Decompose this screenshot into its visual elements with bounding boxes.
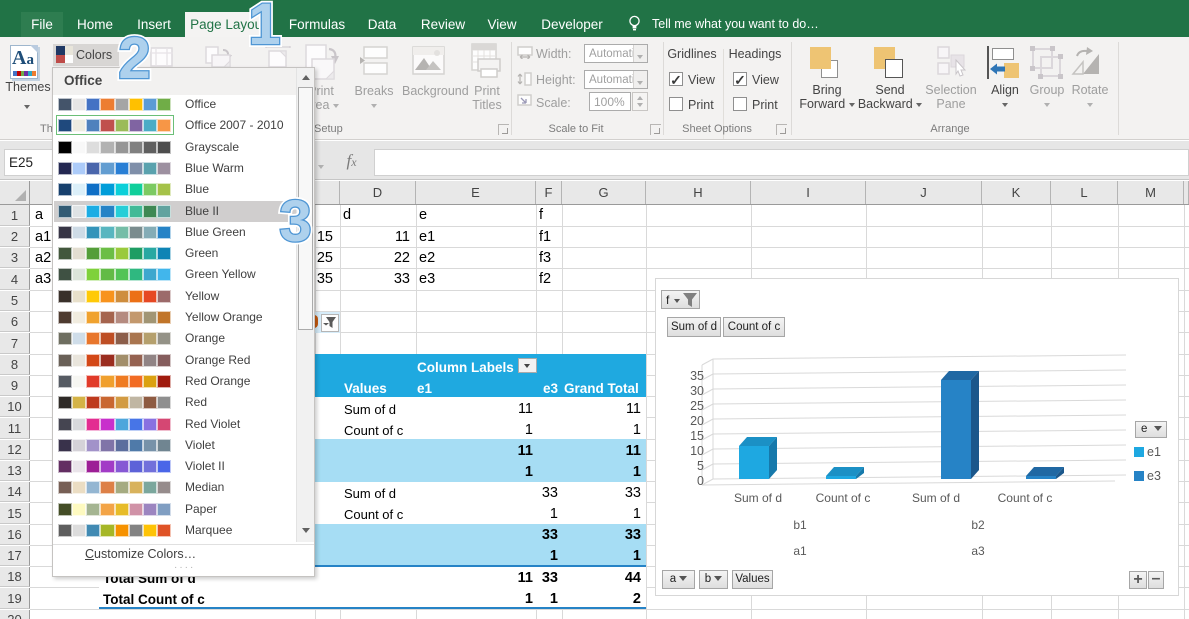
svg-text:30: 30: [690, 384, 704, 398]
svg-text:Count of c: Count of c: [816, 491, 871, 505]
svg-text:15: 15: [690, 429, 704, 443]
svg-text:0: 0: [697, 474, 704, 488]
svg-text:Sum of d: Sum of d: [734, 491, 782, 505]
svg-text:e1: e1: [1147, 445, 1161, 459]
svg-text:35: 35: [690, 369, 704, 383]
svg-text:3: 3: [279, 194, 311, 246]
svg-text:1: 1: [248, 0, 280, 50]
svg-text:b1: b1: [793, 518, 807, 532]
svg-text:Sum of d: Sum of d: [912, 491, 960, 505]
svg-text:5: 5: [697, 459, 704, 473]
svg-text:10: 10: [690, 444, 704, 458]
svg-text:b2: b2: [971, 518, 985, 532]
svg-text:2: 2: [118, 31, 150, 83]
svg-text:e3: e3: [1147, 469, 1161, 483]
svg-text:20: 20: [690, 414, 704, 428]
svg-text:Count of c: Count of c: [998, 491, 1053, 505]
svg-text:a1: a1: [793, 544, 807, 558]
svg-text:25: 25: [690, 399, 704, 413]
svg-text:a3: a3: [971, 544, 985, 558]
